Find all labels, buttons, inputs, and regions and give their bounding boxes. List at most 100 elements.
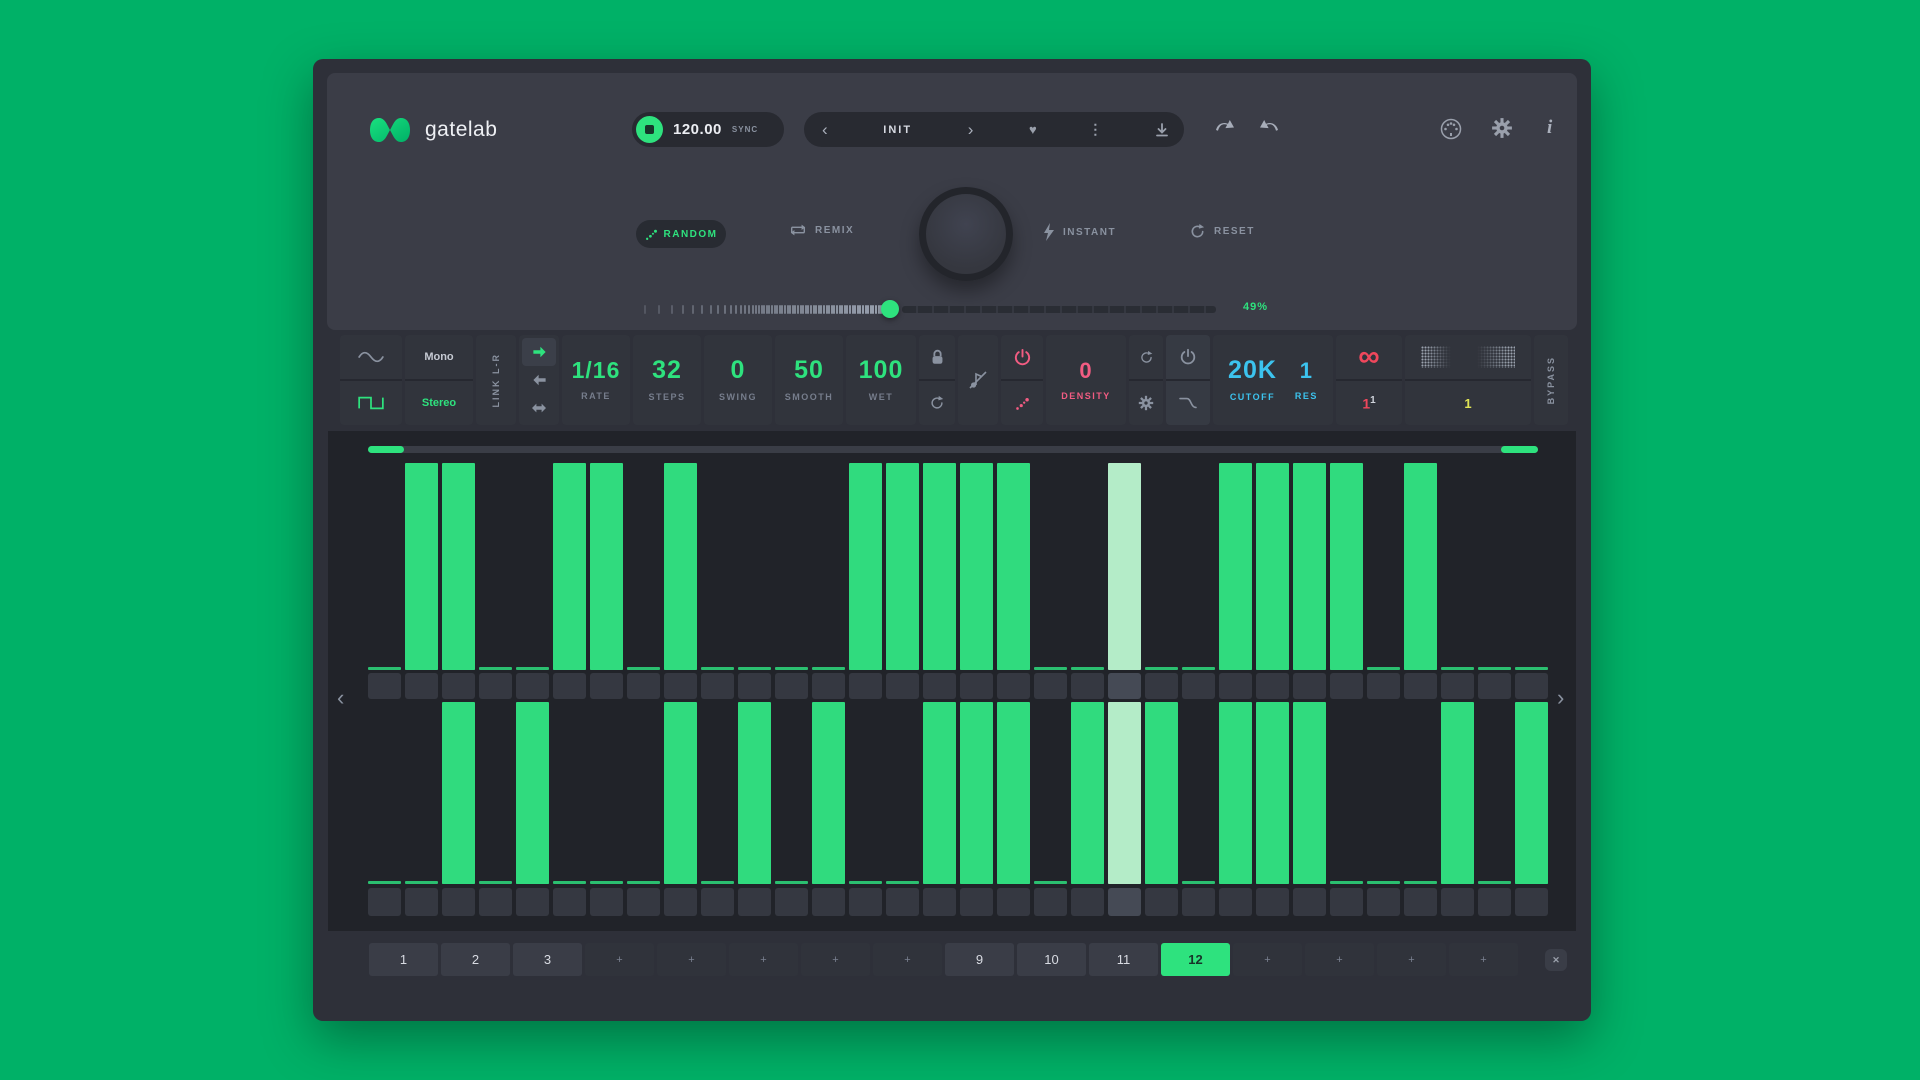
- slot[interactable]: [1330, 888, 1363, 916]
- density-random-button[interactable]: [1001, 379, 1043, 425]
- slot-step[interactable]: [849, 673, 886, 699]
- gate-step[interactable]: [1219, 463, 1256, 670]
- gate-step[interactable]: [1071, 463, 1108, 670]
- slot-step[interactable]: [1256, 673, 1293, 699]
- cutoff-control[interactable]: 20K CUTOFF: [1228, 358, 1277, 402]
- slot-step[interactable]: [405, 673, 442, 699]
- stereo-button[interactable]: Stereo: [405, 379, 473, 425]
- slot[interactable]: [1515, 673, 1548, 699]
- gate-step[interactable]: [1145, 702, 1182, 884]
- slot[interactable]: [1367, 673, 1400, 699]
- gate-step[interactable]: [664, 702, 701, 884]
- slot-step[interactable]: [886, 888, 923, 916]
- add-pattern-button[interactable]: +: [1449, 943, 1518, 976]
- slot[interactable]: [886, 673, 919, 699]
- slot[interactable]: [1256, 888, 1289, 916]
- square-wave-button[interactable]: [340, 379, 402, 425]
- slot[interactable]: [923, 888, 956, 916]
- slot-step[interactable]: [479, 673, 516, 699]
- gate-step[interactable]: [1071, 702, 1108, 884]
- gate-step[interactable]: [775, 702, 812, 884]
- slot[interactable]: [1478, 888, 1511, 916]
- scroll-right-chevron[interactable]: ›: [1557, 687, 1564, 709]
- slot-step[interactable]: [1219, 888, 1256, 916]
- gate-bar[interactable]: [960, 702, 993, 884]
- gate-bar[interactable]: [1256, 702, 1289, 884]
- slot[interactable]: [1071, 888, 1104, 916]
- slot[interactable]: [886, 888, 919, 916]
- slot[interactable]: [1034, 888, 1067, 916]
- random-button[interactable]: RANDOM: [636, 220, 726, 248]
- gate-bar[interactable]: [553, 463, 586, 670]
- save-download-icon[interactable]: [1154, 122, 1170, 138]
- slot-step[interactable]: [590, 673, 627, 699]
- gate-step[interactable]: [627, 463, 664, 670]
- gate-step[interactable]: [923, 463, 960, 670]
- slot-step[interactable]: [997, 888, 1034, 916]
- slot[interactable]: [1145, 888, 1178, 916]
- slot-step[interactable]: [1293, 888, 1330, 916]
- gate-step[interactable]: [849, 702, 886, 884]
- add-pattern-button[interactable]: +: [1377, 943, 1446, 976]
- slot-step[interactable]: [1404, 673, 1441, 699]
- gate-step[interactable]: [1145, 463, 1182, 670]
- res-control[interactable]: 1 RES: [1295, 360, 1318, 401]
- range-end-handle[interactable]: [1501, 446, 1538, 453]
- gate-step[interactable]: [701, 463, 738, 670]
- gate-step[interactable]: [516, 463, 553, 670]
- slot[interactable]: [442, 673, 475, 699]
- slot-step[interactable]: [1404, 888, 1441, 916]
- slot-step[interactable]: [1441, 888, 1478, 916]
- slot[interactable]: [812, 888, 845, 916]
- slot[interactable]: [701, 888, 734, 916]
- slot-step[interactable]: [1034, 673, 1071, 699]
- gate-step[interactable]: [442, 702, 479, 884]
- slot[interactable]: [1293, 888, 1326, 916]
- pattern-page-10[interactable]: 10: [1017, 943, 1086, 976]
- preset-next-button[interactable]: ›: [964, 121, 978, 138]
- gate-step[interactable]: [368, 463, 405, 670]
- slot-step[interactable]: [1330, 673, 1367, 699]
- undo-button[interactable]: [1213, 117, 1237, 135]
- gate-step[interactable]: [1404, 463, 1441, 670]
- filter-power-button[interactable]: [1166, 335, 1210, 379]
- fade-in-out-button[interactable]: [1405, 335, 1531, 379]
- gate-bar[interactable]: [1256, 463, 1289, 670]
- range-start-handle[interactable]: [368, 446, 404, 453]
- slot[interactable]: [405, 673, 438, 699]
- density-control[interactable]: 0 DENSITY: [1046, 335, 1126, 425]
- slot[interactable]: [368, 673, 401, 699]
- pattern-page-12[interactable]: 12: [1161, 943, 1230, 976]
- gate-step[interactable]: [1515, 463, 1552, 670]
- slot[interactable]: [516, 888, 549, 916]
- lock-button[interactable]: [919, 335, 955, 379]
- sync-label[interactable]: SYNC: [732, 125, 758, 134]
- slot-step[interactable]: [886, 673, 923, 699]
- slot-step[interactable]: [1515, 888, 1552, 916]
- gate-bar[interactable]: [738, 702, 771, 884]
- pattern-page-1[interactable]: 1: [369, 943, 438, 976]
- instant-button[interactable]: INSTANT: [1043, 223, 1116, 241]
- infinite-loop-button[interactable]: ∞: [1336, 335, 1402, 379]
- sine-wave-button[interactable]: [340, 335, 402, 379]
- gate-step[interactable]: [553, 463, 590, 670]
- gate-step[interactable]: [738, 463, 775, 670]
- slot[interactable]: [775, 888, 808, 916]
- slot[interactable]: [738, 888, 771, 916]
- scroll-left-chevron[interactable]: ‹: [337, 687, 344, 709]
- slot[interactable]: [1182, 673, 1215, 699]
- swing-control[interactable]: 0 SWING: [704, 335, 772, 425]
- slot[interactable]: [1182, 888, 1215, 916]
- gate-bar[interactable]: [1515, 702, 1548, 884]
- gate-step[interactable]: [701, 702, 738, 884]
- loop-count-button[interactable]: 11: [1336, 379, 1402, 425]
- gate-bar[interactable]: [849, 463, 882, 670]
- note-off-button[interactable]: [958, 335, 998, 425]
- pattern-page-11[interactable]: 11: [1089, 943, 1158, 976]
- loop-range-bar[interactable]: [368, 446, 1538, 453]
- gate-bar[interactable]: [997, 463, 1030, 670]
- slot[interactable]: [960, 673, 993, 699]
- gate-step[interactable]: [1404, 702, 1441, 884]
- slot-step[interactable]: [405, 888, 442, 916]
- slot-step[interactable]: [775, 888, 812, 916]
